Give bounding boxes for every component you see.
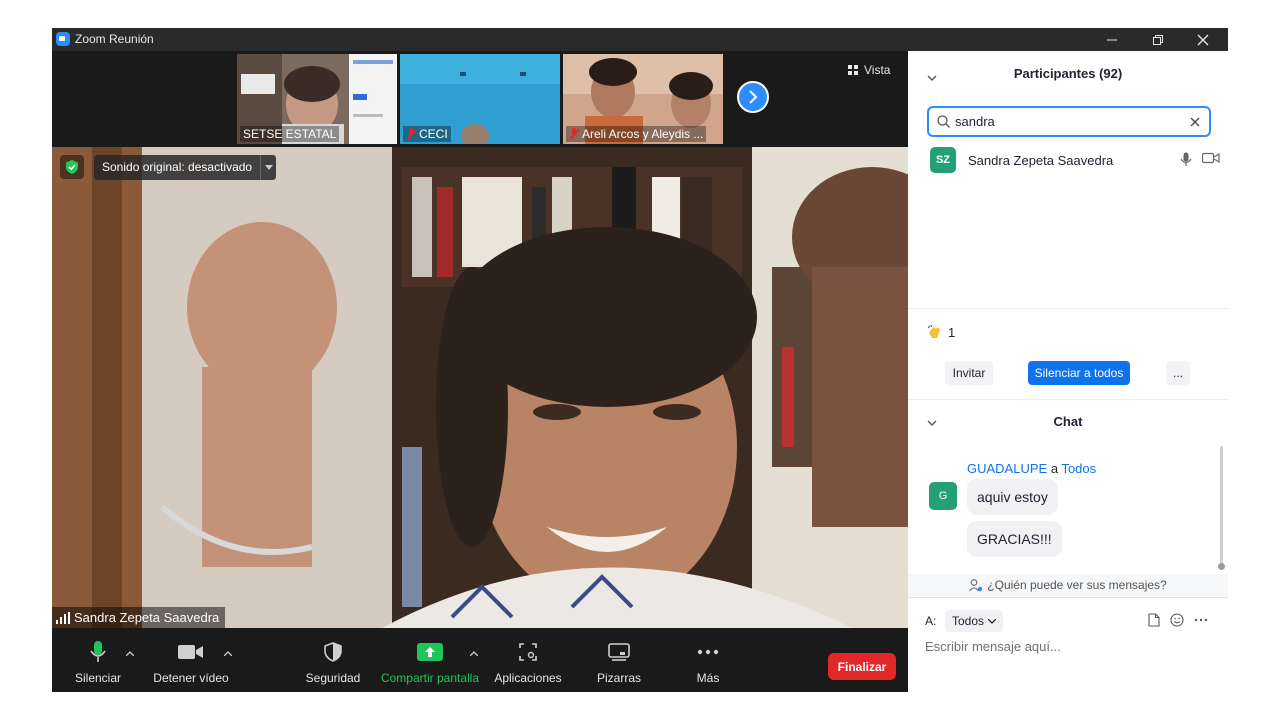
message-sender[interactable]: GUADALUPE bbox=[967, 461, 1047, 476]
person-eye-icon bbox=[969, 578, 983, 591]
thumbnail-name-label: Areli Arcos y Aleydis ... bbox=[566, 126, 707, 142]
share-options-chevron[interactable] bbox=[469, 648, 479, 658]
file-icon[interactable] bbox=[1148, 613, 1160, 627]
thumbnail-strip: SETSE ESTATAL CECI Areli Arcos y Aleydis… bbox=[52, 51, 908, 147]
next-page-button[interactable] bbox=[737, 81, 769, 113]
divider bbox=[908, 597, 1228, 598]
participant-status-icons bbox=[1180, 152, 1220, 167]
close-window-button[interactable] bbox=[1180, 28, 1226, 51]
close-icon bbox=[1197, 34, 1209, 45]
apps-button[interactable]: Aplicaciones bbox=[492, 628, 564, 692]
chevron-up-icon bbox=[224, 650, 232, 656]
clap-reaction-count: 1 bbox=[926, 324, 955, 340]
participants-title: Participantes (92) bbox=[1013, 66, 1123, 81]
chevron-down-icon[interactable] bbox=[260, 155, 276, 180]
mute-all-button[interactable]: Silenciar a todos bbox=[1028, 361, 1130, 385]
participant-row[interactable]: SZ Sandra Zepeta Saavedra bbox=[930, 147, 1220, 173]
mute-button[interactable]: Silenciar bbox=[70, 628, 126, 692]
shield-icon bbox=[66, 160, 78, 174]
message-connector: a bbox=[1050, 461, 1059, 476]
restore-button[interactable] bbox=[1135, 28, 1181, 51]
message-header: GUADALUPE a Todos bbox=[967, 461, 1096, 476]
muted-mic-icon bbox=[406, 128, 416, 140]
chat-tools bbox=[1148, 613, 1208, 627]
avatar: SZ bbox=[930, 147, 956, 173]
shield-icon bbox=[324, 642, 342, 662]
restore-icon bbox=[1153, 34, 1163, 45]
title-bar: Zoom Reunión bbox=[52, 28, 1228, 51]
speaker-name-label: Sandra Zepeta Saavedra bbox=[52, 607, 226, 628]
original-sound-toggle[interactable]: Sonido original: desactivado bbox=[94, 155, 277, 180]
meeting-toolbar: Silenciar Detener vídeo Seguridad Compar… bbox=[52, 628, 908, 692]
more-button[interactable]: Más bbox=[680, 628, 736, 692]
whiteboards-button[interactable]: Pizarras bbox=[590, 628, 648, 692]
divider bbox=[908, 399, 1228, 400]
thumbnail-name-label: SETSE ESTATAL bbox=[240, 126, 340, 142]
minimize-icon bbox=[1107, 39, 1117, 40]
encryption-shield-button[interactable] bbox=[60, 155, 84, 179]
video-camera-icon bbox=[1202, 152, 1220, 164]
chat-scrollbar-thumb[interactable] bbox=[1218, 563, 1225, 570]
main-speaker-video[interactable]: Sonido original: desactivado Sandra Zepe… bbox=[52, 147, 908, 628]
zoom-logo-icon bbox=[56, 32, 70, 46]
chat-title: Chat bbox=[1053, 414, 1083, 429]
divider bbox=[908, 308, 1228, 309]
chat-message-bubble[interactable]: aquiv estoy bbox=[967, 479, 1058, 515]
video-thumbnail[interactable]: SETSE ESTATAL bbox=[237, 54, 397, 144]
share-screen-icon bbox=[417, 643, 443, 661]
video-thumbnail[interactable]: Areli Arcos y Aleydis ... bbox=[563, 54, 723, 144]
message-recipient[interactable]: Todos bbox=[1061, 461, 1096, 476]
chevron-up-icon bbox=[470, 650, 478, 656]
microphone-icon bbox=[1180, 152, 1192, 166]
original-sound-label: Sonido original: desactivado bbox=[102, 160, 253, 174]
microphone-icon bbox=[90, 641, 106, 662]
participants-more-button[interactable]: ... bbox=[1166, 361, 1190, 385]
side-panel: Participantes (92) SZ Sandra Zepeta Saav… bbox=[908, 51, 1228, 692]
thumbnail-name-label: CECI bbox=[403, 126, 451, 142]
invite-button[interactable]: Invitar bbox=[945, 361, 993, 385]
window-title: Zoom Reunión bbox=[75, 32, 154, 46]
speaker-video-frame bbox=[52, 147, 908, 628]
video-options-chevron[interactable] bbox=[223, 648, 233, 658]
audio-options-chevron[interactable] bbox=[125, 648, 135, 658]
more-dots-icon bbox=[697, 649, 719, 655]
minimize-button[interactable] bbox=[1089, 28, 1135, 51]
security-button[interactable]: Seguridad bbox=[302, 628, 364, 692]
chat-message-bubble[interactable]: GRACIAS!!! bbox=[967, 521, 1062, 557]
clapping-hands-icon bbox=[927, 324, 940, 338]
clear-search-icon[interactable] bbox=[1188, 115, 1202, 129]
search-icon bbox=[937, 115, 950, 128]
chevron-up-icon bbox=[126, 650, 134, 656]
participant-name: Sandra Zepeta Saavedra bbox=[968, 152, 1114, 168]
signal-strength-icon bbox=[56, 611, 70, 624]
zoom-window: Zoom Reunión SETSE ESTATAL CECI Areli Ar… bbox=[52, 28, 1228, 692]
end-meeting-button[interactable]: Finalizar bbox=[828, 653, 896, 680]
chat-scrollbar[interactable] bbox=[1220, 446, 1223, 564]
apps-icon bbox=[519, 643, 537, 661]
video-camera-icon bbox=[178, 645, 203, 659]
chat-message-input[interactable] bbox=[925, 639, 1215, 654]
grid-icon bbox=[848, 64, 858, 75]
video-stage: SETSE ESTATAL CECI Areli Arcos y Aleydis… bbox=[52, 51, 908, 628]
stop-video-button[interactable]: Detener vídeo bbox=[152, 628, 230, 692]
recipient-label: A: bbox=[925, 614, 937, 628]
recipient-select[interactable]: Todos bbox=[945, 610, 1003, 632]
chevron-right-icon bbox=[749, 90, 758, 104]
chevron-down-icon bbox=[988, 618, 997, 624]
participant-search[interactable] bbox=[927, 106, 1211, 137]
emoji-icon[interactable] bbox=[1170, 613, 1184, 627]
whiteboard-icon bbox=[608, 643, 630, 661]
search-input[interactable] bbox=[955, 114, 1175, 129]
video-thumbnail[interactable]: CECI bbox=[400, 54, 560, 144]
avatar: G bbox=[929, 482, 957, 510]
more-dots-icon[interactable] bbox=[1194, 618, 1208, 622]
share-screen-button[interactable]: Compartir pantalla bbox=[378, 628, 482, 692]
view-button[interactable]: Vista bbox=[848, 63, 890, 77]
muted-mic-icon bbox=[569, 128, 579, 140]
who-can-see-messages-link[interactable]: ¿Quién puede ver sus mensajes? bbox=[908, 574, 1228, 596]
